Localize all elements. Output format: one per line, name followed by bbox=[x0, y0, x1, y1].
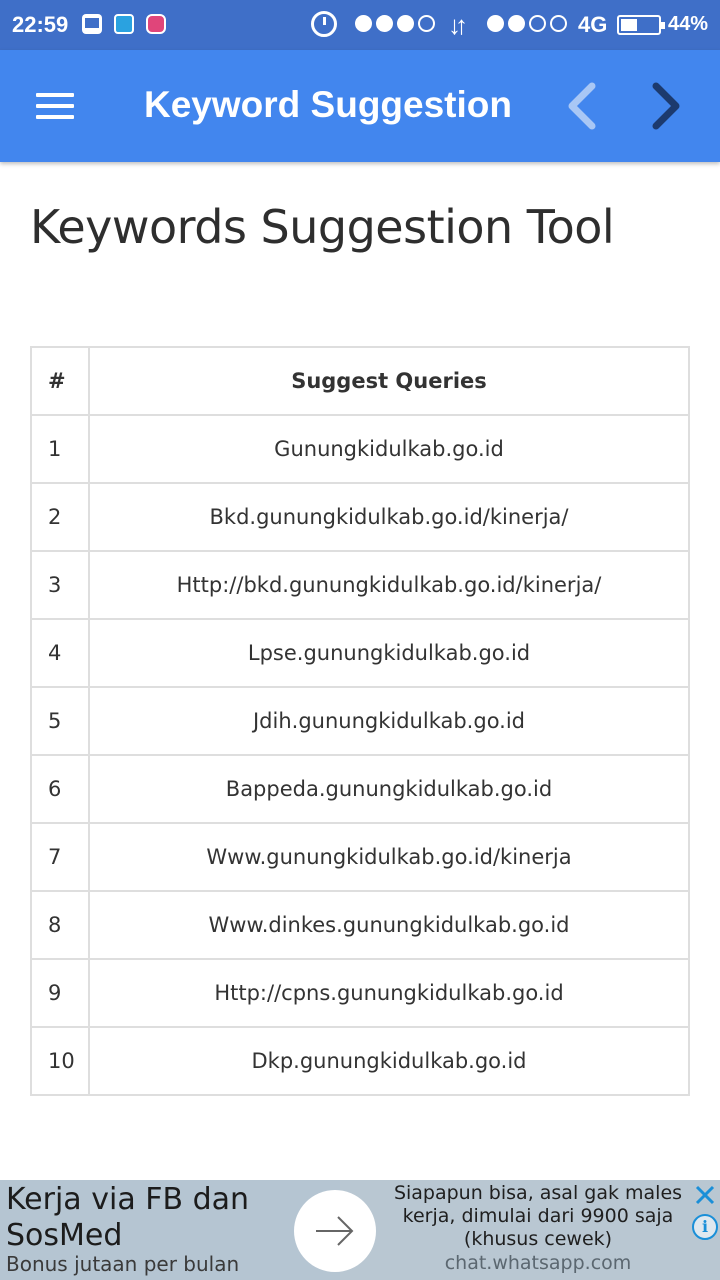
suggest-query[interactable]: Http://bkd.gunungkidulkab.go.id/kinerja/ bbox=[88, 550, 690, 620]
suggest-query[interactable]: Dkp.gunungkidulkab.go.id bbox=[88, 1026, 690, 1096]
row-number: 10 bbox=[30, 1026, 90, 1096]
suggest-query[interactable]: Www.gunungkidulkab.go.id/kinerja bbox=[88, 822, 690, 892]
alarm-icon bbox=[311, 11, 337, 37]
row-number: 9 bbox=[30, 958, 90, 1028]
ad-banner[interactable]: Kerja via FB dan SosMed Bonus jutaan per… bbox=[0, 1180, 720, 1280]
ad-title[interactable]: Kerja via FB dan SosMed bbox=[6, 1182, 296, 1254]
suggest-query[interactable]: Lpse.gunungkidulkab.go.id bbox=[88, 618, 690, 688]
instagram-icon bbox=[146, 14, 166, 34]
network-type: 4G bbox=[578, 12, 608, 37]
status-time: 22:59 bbox=[12, 12, 69, 37]
suggest-query[interactable]: Gunungkidulkab.go.id bbox=[88, 414, 690, 484]
table-row: 4 Lpse.gunungkidulkab.go.id bbox=[30, 618, 690, 688]
suggest-query[interactable]: Jdih.gunungkidulkab.go.id bbox=[88, 686, 690, 756]
row-number: 1 bbox=[30, 414, 90, 484]
row-number: 7 bbox=[30, 822, 90, 892]
suggest-query[interactable]: Bkd.gunungkidulkab.go.id/kinerja/ bbox=[88, 482, 690, 552]
suggest-query[interactable]: Http://cpns.gunungkidulkab.go.id bbox=[88, 958, 690, 1028]
app-title: Keyword Suggestion bbox=[144, 84, 512, 125]
hamburger-menu-icon[interactable] bbox=[36, 90, 76, 122]
ad-open-button[interactable] bbox=[294, 1190, 376, 1272]
row-number: 3 bbox=[30, 550, 90, 620]
signal-dots-icon bbox=[487, 15, 567, 32]
ad-subtitle: Bonus jutaan per bulan bbox=[6, 1252, 240, 1276]
table-row: 10 Dkp.gunungkidulkab.go.id bbox=[30, 1026, 690, 1096]
ad-url[interactable]: chat.whatsapp.com bbox=[382, 1252, 694, 1274]
bbm-icon bbox=[82, 14, 102, 34]
suggest-queries-table: # Suggest Queries 1 Gunungkidulkab.go.id 2… bbox=[30, 346, 690, 1096]
column-header-suggest-queries: Suggest Queries bbox=[88, 346, 690, 416]
chevron-right-icon[interactable] bbox=[646, 80, 686, 132]
table-row: 2 Bkd.gunungkidulkab.go.id/kinerja/ bbox=[30, 482, 690, 552]
close-icon[interactable] bbox=[694, 1184, 716, 1206]
row-number: 6 bbox=[30, 754, 90, 824]
chevron-left-icon[interactable] bbox=[562, 80, 602, 132]
table-row: 5 Jdih.gunungkidulkab.go.id bbox=[30, 686, 690, 756]
data-arrows-icon: ↓↑ bbox=[448, 10, 468, 40]
suggest-query[interactable]: Www.dinkes.gunungkidulkab.go.id bbox=[88, 890, 690, 960]
row-number: 4 bbox=[30, 618, 90, 688]
ad-description: Siapapun bisa, asal gak males kerja, dim… bbox=[393, 1182, 683, 1250]
app-bar: Keyword Suggestion bbox=[0, 50, 720, 162]
suggest-query[interactable]: Bappeda.gunungkidulkab.go.id bbox=[88, 754, 690, 824]
table-row: 3 Http://bkd.gunungkidulkab.go.id/kinerja… bbox=[30, 550, 690, 620]
arrow-right-icon bbox=[316, 1216, 354, 1246]
table-row: 6 Bappeda.gunungkidulkab.go.id bbox=[30, 754, 690, 824]
table-row: 9 Http://cpns.gunungkidulkab.go.id bbox=[30, 958, 690, 1028]
row-number: 8 bbox=[30, 890, 90, 960]
row-number: 5 bbox=[30, 686, 90, 756]
mi-icon bbox=[114, 14, 134, 34]
signal-dots-icon bbox=[355, 15, 435, 32]
info-icon[interactable]: i bbox=[692, 1214, 718, 1240]
page-title: Keywords Suggestion Tool bbox=[30, 200, 615, 254]
table-row: 8 Www.dinkes.gunungkidulkab.go.id bbox=[30, 890, 690, 960]
status-bar: 22:59 ↓↑ 4G 44% bbox=[0, 0, 720, 50]
table-header-row: # Suggest Queries bbox=[30, 346, 690, 416]
table-row: 1 Gunungkidulkab.go.id bbox=[30, 414, 690, 484]
battery-icon bbox=[617, 15, 665, 35]
battery-percent: 44% bbox=[668, 13, 709, 35]
row-number: 2 bbox=[30, 482, 90, 552]
table-row: 7 Www.gunungkidulkab.go.id/kinerja bbox=[30, 822, 690, 892]
column-header-number: # bbox=[30, 346, 90, 416]
